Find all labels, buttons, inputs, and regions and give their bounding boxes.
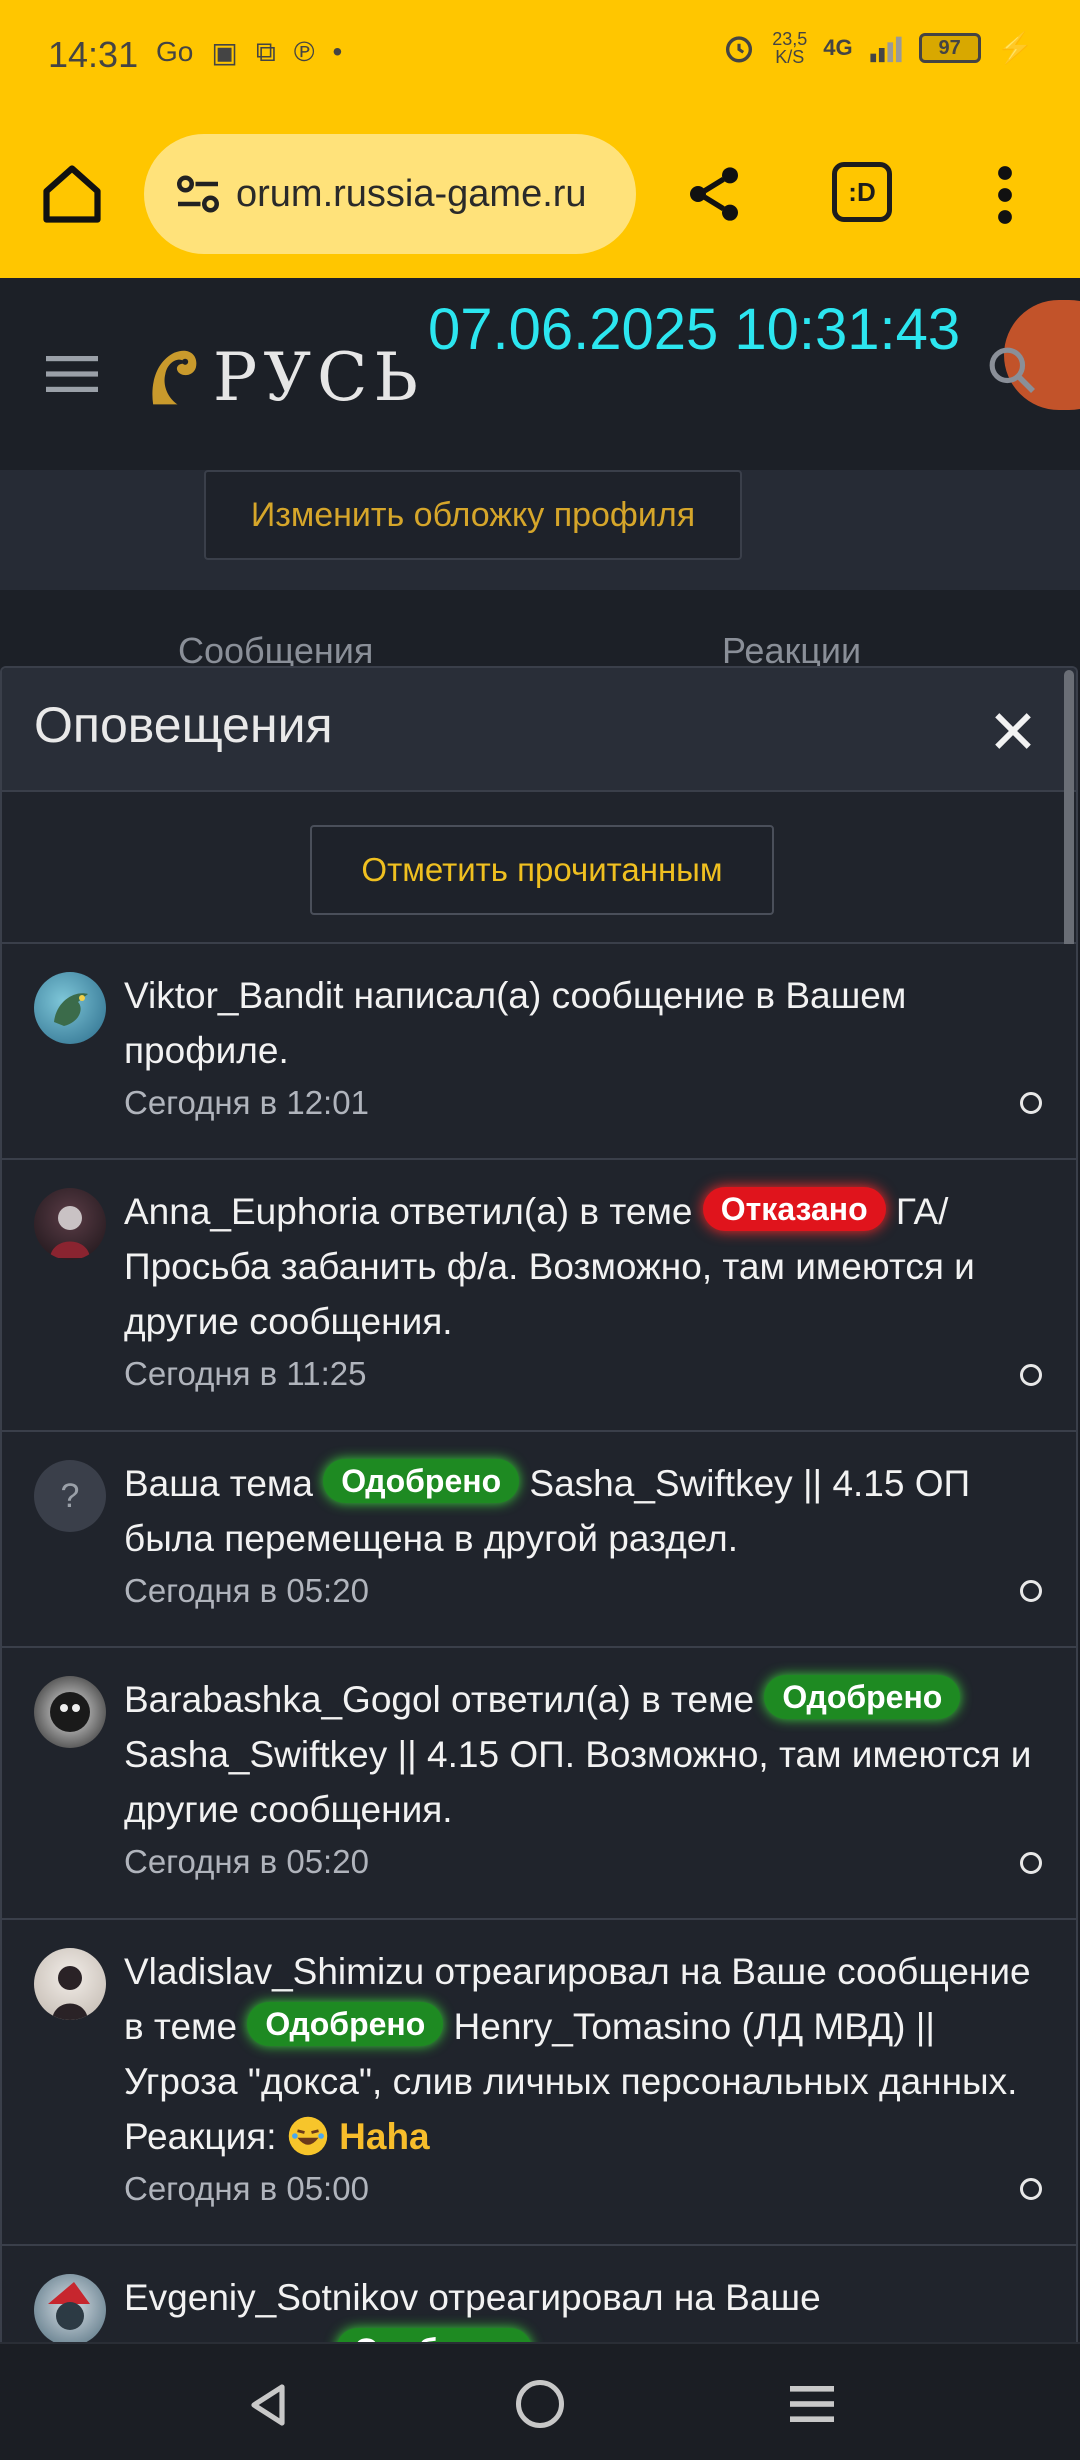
avatar-figure-icon bbox=[50, 1206, 90, 1258]
nav-home-icon[interactable] bbox=[516, 2380, 564, 2428]
mark-read-button[interactable]: Отметить прочитанным bbox=[310, 825, 774, 915]
avatar-mask-icon bbox=[50, 1692, 90, 1732]
notification-user[interactable]: Evgeniy_Sotnikov bbox=[124, 2277, 418, 2318]
logo-emblem-icon bbox=[152, 350, 197, 405]
status-time: 14:31 bbox=[48, 34, 139, 75]
panel-header: Оповещения bbox=[2, 668, 1076, 792]
recents-icon[interactable] bbox=[790, 2382, 834, 2426]
unread-dot-icon[interactable] bbox=[1020, 1092, 1042, 1114]
net-speed-unit: K/S bbox=[775, 47, 805, 67]
notification-item[interactable]: Barabashka_Gogol ответил(а) в теме Одобр… bbox=[2, 1648, 1076, 1920]
more-notifications-dot: • bbox=[332, 36, 343, 67]
notification-message: Ваша тема bbox=[124, 1463, 324, 1504]
avatar[interactable] bbox=[34, 972, 106, 1044]
notification-text: Evgeniy_Sotnikov отреагировал на Ваше Од… bbox=[124, 2270, 1046, 2342]
avatar-bird-icon bbox=[54, 993, 88, 1026]
notification-text: Viktor_Bandit написал(а) сообщение в Ваш… bbox=[124, 968, 1046, 1128]
signal-icon bbox=[870, 36, 902, 63]
notification-item[interactable]: Viktor_Bandit написал(а) сообщение в Ваш… bbox=[2, 944, 1076, 1160]
notification-message: отреагировал на Ваше bbox=[418, 2277, 821, 2318]
search-icon[interactable] bbox=[984, 342, 1040, 398]
charging-icon: ⚡ bbox=[996, 31, 1034, 65]
status-badge-approved: Одобрено bbox=[764, 1675, 961, 1719]
status-badge-rejected: Отказано bbox=[702, 1187, 886, 1231]
address-bar[interactable]: orum.russia-game.ru bbox=[144, 134, 636, 254]
profile-tabs bbox=[0, 590, 1080, 670]
notification-time: Сегодня в 05:20 bbox=[124, 1843, 369, 1880]
notification-thread[interactable]: Sasha_Swiftkey || 4.15 ОП. Возможно, там… bbox=[124, 1734, 1031, 1830]
tab-switcher-icon[interactable]: :D bbox=[832, 162, 892, 222]
battery-icon: 97 bbox=[918, 33, 981, 63]
notification-user[interactable]: Barabashka_Gogol bbox=[124, 1679, 441, 1720]
app-icon-4: ℗ bbox=[293, 36, 315, 67]
notification-message: ответил(а) в теме bbox=[379, 1191, 703, 1232]
unread-dot-icon[interactable] bbox=[1020, 1364, 1042, 1386]
site-logo[interactable]: РУСЬ bbox=[144, 322, 424, 432]
reaction-label: Haha bbox=[339, 2116, 430, 2157]
notification-user[interactable]: Viktor_Bandit bbox=[124, 975, 343, 1016]
notification-item[interactable]: Evgeniy_Sotnikov отреагировал на Ваше Од… bbox=[2, 2246, 1076, 2342]
app-icon-2: ▣ bbox=[211, 37, 238, 68]
net-speed-value: 23,5 bbox=[772, 29, 808, 49]
system-nav-bar bbox=[0, 2342, 1080, 2460]
change-cover-button[interactable]: Изменить обложку профиля bbox=[204, 470, 742, 560]
notification-text: Ваша тема Одобрено Sasha_Swiftkey || 4.1… bbox=[124, 1456, 1046, 1616]
close-icon[interactable] bbox=[986, 704, 1040, 758]
unread-dot-icon[interactable] bbox=[1020, 2178, 1042, 2200]
notification-text: Vladislav_Shimizu отреагировал на Ваше с… bbox=[124, 1944, 1046, 2214]
system-icons: 23,5 K/S 4G 97 ⚡ bbox=[722, 30, 1034, 66]
avatar[interactable] bbox=[34, 2274, 106, 2342]
notification-time: Сегодня в 05:00 bbox=[124, 2170, 369, 2207]
url-text: orum.russia-game.ru bbox=[236, 172, 587, 215]
notification-text: Barabashka_Gogol ответил(а) в теме Одобр… bbox=[124, 1672, 1046, 1887]
browser-toolbar: orum.russia-game.ru :D bbox=[0, 110, 1080, 278]
notification-text: Anna_Euphoria ответил(а) в теме Отказано… bbox=[124, 1184, 1046, 1399]
avatar[interactable] bbox=[34, 1948, 106, 2020]
unread-dot-icon[interactable] bbox=[1020, 1580, 1042, 1602]
back-icon[interactable] bbox=[246, 2380, 290, 2430]
notification-message: ответил(а) в теме bbox=[440, 1679, 765, 1720]
status-badge-approved: Одобрено bbox=[323, 1459, 520, 1503]
notification-time: Сегодня в 05:20 bbox=[124, 1572, 369, 1609]
alarm-icon bbox=[726, 36, 753, 63]
battery-level: 97 bbox=[938, 36, 961, 59]
laugh-emoji-icon bbox=[288, 2116, 328, 2156]
network-type: 4G bbox=[823, 35, 853, 60]
unread-dot-icon[interactable] bbox=[1020, 1852, 1042, 1874]
avatar-portrait-icon bbox=[52, 1966, 88, 2020]
tab-switcher-label: :D bbox=[848, 176, 876, 207]
status-badge-approved: Одобрено bbox=[336, 2328, 532, 2342]
notification-time: Сегодня в 11:25 bbox=[124, 1355, 367, 1392]
notifications-panel: Оповещения Отметить прочитанным Viktor_B… bbox=[0, 666, 1078, 2342]
notification-item[interactable]: Anna_Euphoria ответил(а) в теме Отказано… bbox=[2, 1160, 1076, 1432]
notification-time: Сегодня в 12:01 bbox=[124, 1084, 369, 1121]
notification-user[interactable]: Anna_Euphoria bbox=[124, 1191, 379, 1232]
panel-title: Оповещения bbox=[34, 697, 333, 753]
notification-icons: Go ▣ ⧉ ℗ • bbox=[156, 36, 342, 69]
avatar[interactable] bbox=[34, 1188, 106, 1260]
panel-actions: Отметить прочитанным bbox=[2, 792, 1076, 944]
more-vert-icon[interactable] bbox=[990, 162, 1020, 228]
avatar-placeholder-icon: ? bbox=[34, 1460, 106, 1532]
app-icon-1: Go bbox=[156, 36, 194, 67]
notification-user[interactable]: Vladislav_Shimizu bbox=[124, 1951, 424, 1992]
site-settings-icon[interactable] bbox=[168, 164, 228, 224]
notification-item[interactable]: Vladislav_Shimizu отреагировал на Ваше с… bbox=[2, 1920, 1076, 2246]
status-bar: 14:31 Go ▣ ⧉ ℗ • 23,5 K/S 4G 97 ⚡ bbox=[0, 0, 1080, 110]
timestamp-overlay: 07.06.2025 10:31:43 bbox=[428, 297, 961, 362]
logo-text: РУСЬ bbox=[212, 338, 424, 416]
share-icon[interactable] bbox=[682, 160, 746, 228]
menu-icon[interactable] bbox=[46, 354, 98, 394]
net-speed: 23,5 K/S bbox=[772, 30, 807, 66]
avatar[interactable] bbox=[34, 1676, 106, 1748]
notification-item[interactable]: ? Ваша тема Одобрено Sasha_Swiftkey || 4… bbox=[2, 1432, 1076, 1648]
home-icon[interactable] bbox=[38, 160, 106, 228]
status-badge-approved: Одобрено bbox=[247, 2002, 444, 2046]
app-icon-3: ⧉ bbox=[255, 36, 276, 67]
avatar-santa-icon bbox=[48, 2282, 90, 2330]
